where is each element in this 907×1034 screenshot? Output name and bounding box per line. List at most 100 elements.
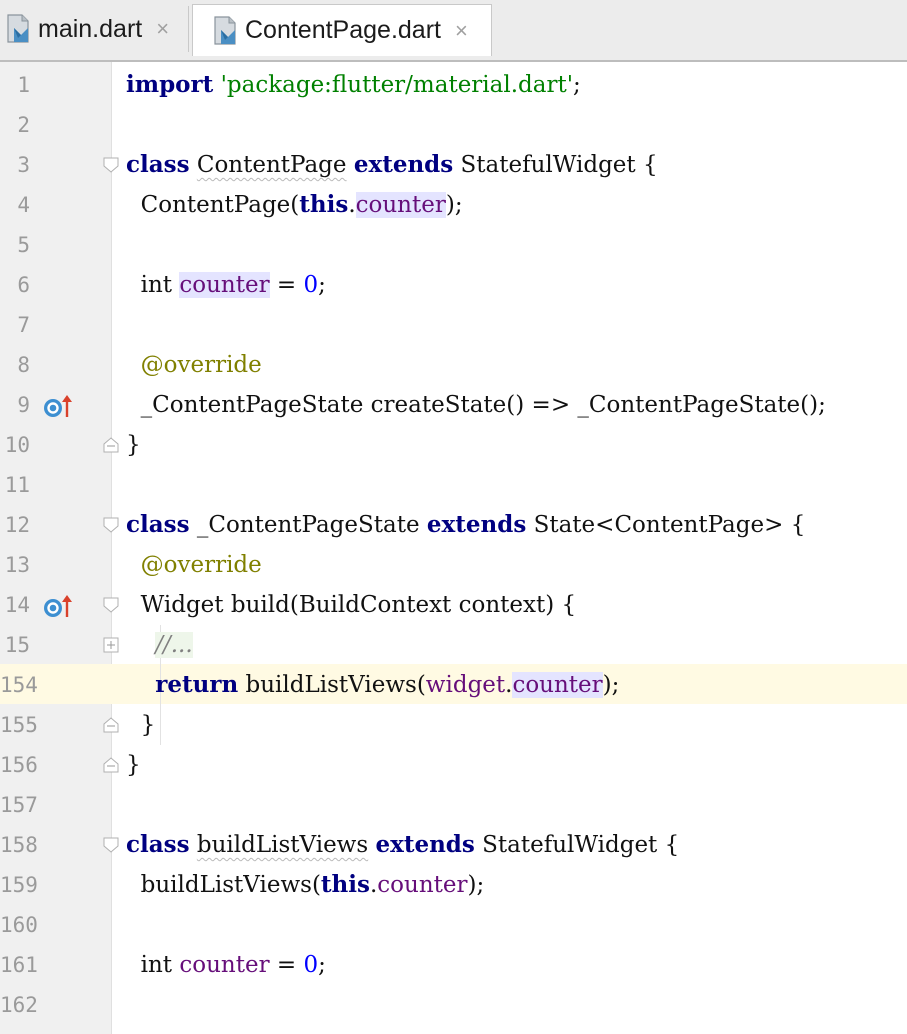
code-line[interactable]: 1 import 'package:flutter/material.dart'… [0, 65, 907, 105]
code-line[interactable]: 155 } [0, 705, 907, 745]
string-literal: 'package:flutter/material.dart' [220, 72, 574, 98]
line-number: 6 [17, 273, 30, 297]
code-text: ContentPage(this.counter); [140, 191, 463, 218]
field-declaration: counter [179, 952, 270, 978]
type-name: Widget [140, 592, 224, 618]
code-line[interactable]: 7 [0, 305, 907, 345]
code-line[interactable]: 162 [0, 985, 907, 1025]
fold-end-icon[interactable] [103, 757, 119, 773]
code-line[interactable]: 15 //... [0, 625, 907, 665]
fold-end-icon[interactable] [103, 437, 119, 453]
code-line[interactable]: 13 @override [0, 545, 907, 585]
fold-collapse-icon[interactable] [103, 517, 119, 533]
code-line[interactable]: 11 [0, 465, 907, 505]
fold-expand-icon[interactable] [103, 637, 119, 653]
line-number: 12 [4, 513, 30, 537]
constructor-name: ContentPage [140, 192, 291, 218]
type-name: int [140, 952, 173, 978]
fold-collapse-icon[interactable] [103, 837, 119, 853]
code-line[interactable]: 158 class buildListViews extends Statefu… [0, 825, 907, 865]
type-name: StatefulWidget [460, 152, 636, 178]
line-number: 160 [0, 913, 38, 937]
code-line[interactable]: 159 buildListViews(this.counter); [0, 865, 907, 905]
type-name: State [533, 512, 596, 538]
line-number: 13 [4, 553, 30, 577]
code-text: import 'package:flutter/material.dart'; [126, 71, 581, 98]
tab-main-dart[interactable]: main.dart × [0, 4, 188, 54]
method-name: createState [370, 392, 507, 418]
line-number: 162 [0, 993, 38, 1017]
code-line[interactable]: 10 } [0, 425, 907, 465]
line-number: 11 [4, 473, 30, 497]
field-usage: counter [377, 872, 468, 898]
overrides-method-icon[interactable] [42, 393, 74, 419]
code-line[interactable]: 3 class ContentPage extends StatefulWidg… [0, 145, 907, 185]
code-text: int counter = 0; [140, 952, 326, 978]
keyword: extends [353, 151, 454, 178]
code-line[interactable]: 14 Widget build(BuildContext context) { [0, 585, 907, 625]
tab-contentpage-dart[interactable]: ContentPage.dart × [192, 4, 492, 56]
type-name: _ContentPageState [140, 392, 364, 418]
line-number: 159 [0, 873, 38, 897]
code-editor[interactable]: 1 import 'package:flutter/material.dart'… [0, 62, 907, 1034]
dart-file-icon [7, 14, 29, 43]
folded-code-region[interactable]: //... [155, 632, 193, 658]
fold-collapse-icon[interactable] [103, 597, 119, 613]
keyword: return [155, 671, 239, 698]
line-number: 157 [0, 793, 38, 817]
code-line[interactable]: 156 } [0, 745, 907, 785]
close-tab-icon[interactable]: × [455, 18, 468, 44]
line-number: 15 [4, 633, 30, 657]
code-text: } [126, 712, 156, 738]
fold-end-icon[interactable] [103, 717, 119, 733]
code-lines: 1 import 'package:flutter/material.dart'… [0, 65, 907, 1025]
line-number: 5 [17, 233, 30, 257]
code-line[interactable]: 5 [0, 225, 907, 265]
code-text: @override [126, 545, 262, 585]
class-name: ContentPage [196, 152, 347, 178]
editor-tab-bar: main.dart × ContentPage.dart × [0, 0, 907, 62]
code-line[interactable]: 160 [0, 905, 907, 945]
field-declaration: counter [179, 272, 270, 298]
overrides-method-icon[interactable] [42, 593, 74, 619]
line-number: 156 [0, 753, 38, 777]
keyword: extends [426, 511, 527, 538]
constructor-name: buildListViews [140, 872, 312, 898]
code-line[interactable]: 9 _ContentPageState createState() => _Co… [0, 385, 907, 425]
code-text: } [126, 432, 141, 458]
code-line[interactable]: 6 int counter = 0; [0, 265, 907, 305]
line-number: 158 [0, 833, 38, 857]
number-literal: 0 [303, 272, 319, 298]
line-number: 7 [17, 313, 30, 337]
line-number: 1 [17, 73, 30, 97]
field-usage: counter [512, 672, 603, 698]
line-number: 161 [0, 953, 38, 977]
code-text: int counter = 0; [140, 272, 326, 298]
keyword: this [320, 871, 370, 898]
code-text: //... [126, 625, 193, 665]
code-line[interactable]: 8 @override [0, 345, 907, 385]
code-text: class buildListViews extends StatefulWid… [126, 831, 680, 858]
close-tab-icon[interactable]: × [156, 16, 169, 42]
keyword: this [299, 191, 349, 218]
code-line[interactable]: 12 class _ContentPageState extends State… [0, 505, 907, 545]
tab-separator [188, 6, 189, 52]
line-number: 3 [17, 153, 30, 177]
tab-label: main.dart [38, 14, 143, 43]
line-number: 8 [17, 353, 30, 377]
fold-collapse-icon[interactable] [103, 157, 119, 173]
type-name: int [140, 272, 173, 298]
line-number: 14 [4, 593, 30, 617]
tab-label: ContentPage.dart [245, 16, 441, 44]
keyword: extends [375, 831, 475, 858]
line-number: 9 [17, 393, 30, 417]
line-number: 154 [0, 673, 38, 697]
code-line[interactable]: 4 ContentPage(this.counter); [0, 185, 907, 225]
keyword: class [126, 511, 190, 538]
annotation: @override [140, 352, 262, 378]
code-line[interactable]: 157 [0, 785, 907, 825]
code-line[interactable]: 2 [0, 105, 907, 145]
code-line-current[interactable]: 154 return buildListViews(widget.counter… [0, 665, 907, 705]
code-line[interactable]: 161 int counter = 0; [0, 945, 907, 985]
line-number: 155 [0, 713, 38, 737]
